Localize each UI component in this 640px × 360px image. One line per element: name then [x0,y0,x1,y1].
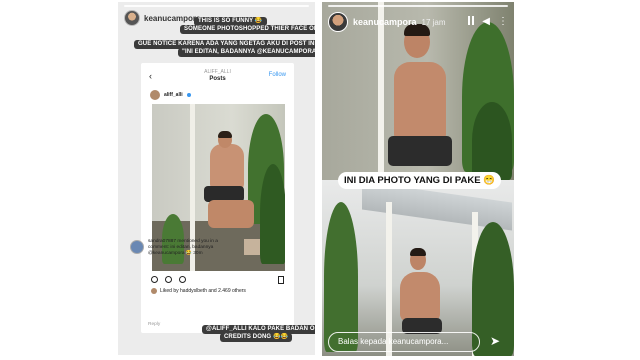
story-caption-line: SOMEONE PHOTOSHOPPED THIER FACE ON MY BO… [180,25,315,34]
paper-plane-icon[interactable]: ➤ [490,334,504,348]
story-header: keanucampora 17 jam [328,12,446,32]
left-story-screenshot: keanucampora THIS IS SO FUNNY 😂 SOMEONE … [118,2,315,355]
story-progress-bar [124,5,309,7]
story-header: keanucampora [124,10,200,26]
story-caption-line: "INI EDITAN, BADANNYA @KEANUCAMPORA" [178,48,315,57]
notification-thumbnail [244,239,260,255]
reply-link[interactable]: Reply [148,322,160,327]
avatar[interactable] [150,90,160,100]
avatar[interactable] [328,12,348,32]
speaker-icon[interactable]: ◀︎ [482,16,490,27]
mention-notification[interactable]: sandra07887 mentioned you in a comment: … [130,235,280,261]
follow-button[interactable]: Follow [269,72,286,78]
bookmark-icon[interactable] [278,276,284,284]
notification-text: sandra07887 mentioned you in a comment: … [148,239,218,256]
avatar[interactable] [124,10,140,26]
verified-icon [186,93,191,97]
avatar [130,240,144,254]
post-action-bar [151,276,186,283]
instagram-post-screenshot: ‹ ALIFF_ALLI Posts Follow aliff_alli Lik… [141,63,294,333]
likes-line[interactable]: Liked by haddyslbeth and 2.469 others [151,288,246,294]
more-icon[interactable]: ⋮ [498,16,508,27]
story-username[interactable]: keanucampora [353,17,417,27]
story-username[interactable]: keanucampora [144,14,200,23]
heart-icon[interactable] [151,276,158,283]
story-caption-line: CREDITS DONG 😂😂 [220,333,293,342]
reply-input[interactable]: Balas kepada keanucampora... [328,332,480,352]
likes-text: Liked by haddyslbeth and 2.469 others [160,288,246,294]
story-caption: INI DIA PHOTO YANG DI PAKE 😁 [338,172,502,189]
story-progress-bar [328,5,508,7]
post-nav-bar: ‹ ALIFF_ALLI Posts Follow [141,69,294,85]
post-author-name[interactable]: aliff_alli [164,92,183,98]
story-time: 17 jam [421,17,446,27]
avatar [151,288,157,294]
comment-icon[interactable] [165,276,172,283]
right-story-screenshot: keanucampora 17 jam ◀︎ ⋮ INI DIA PHOTO Y… [322,2,514,356]
post-author[interactable]: aliff_alli [150,90,191,100]
send-icon[interactable] [179,276,186,283]
pause-icon[interactable] [468,16,475,27]
story-controls: ◀︎ ⋮ [468,16,508,27]
